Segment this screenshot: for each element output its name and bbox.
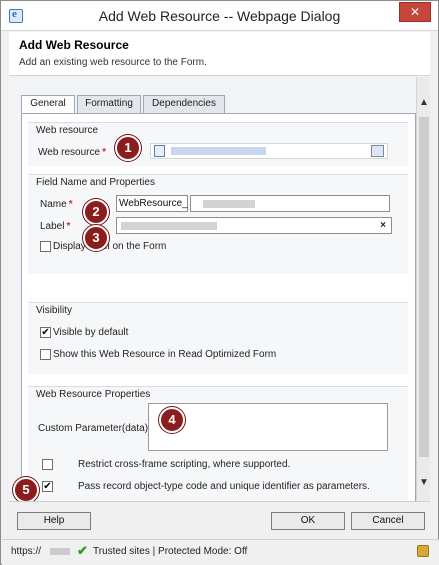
pass-record-text: Pass record object-type code and unique … xyxy=(78,481,370,492)
callout-badge-5: 5 xyxy=(13,477,39,503)
required-marker: * xyxy=(68,199,73,210)
callout-badge-2: 2 xyxy=(83,199,109,225)
properties-section: Web Resource Properties Custom Parameter… xyxy=(28,386,408,502)
display-label-checkbox[interactable] xyxy=(40,241,51,252)
section-title: Web resource xyxy=(36,125,99,136)
pass-record-checkbox[interactable]: ✔ xyxy=(42,481,53,492)
field-name-section: Field Name and Properties Name * WebResou… xyxy=(28,174,408,274)
callout-badge-3: 3 xyxy=(83,225,109,251)
dialog-title: Add Web Resource xyxy=(19,38,129,52)
custom-parameter-input[interactable] xyxy=(148,403,388,451)
web-resource-icon xyxy=(154,145,165,157)
display-label-text: Display label on the Form xyxy=(53,241,167,252)
checkmark-icon: ✔ xyxy=(77,543,88,558)
dialog-window: Add Web Resource -- Webpage Dialog ✕ Add… xyxy=(0,0,439,565)
security-zone: Trusted sites | Protected Mode: Off xyxy=(93,546,248,557)
tab-general[interactable]: General xyxy=(21,95,75,114)
status-url-host xyxy=(50,548,70,555)
scroll-down-icon[interactable]: ▼ xyxy=(419,477,429,488)
dialog-header: Add Web Resource Add an existing web res… xyxy=(9,32,430,76)
restrict-scripting-checkbox[interactable] xyxy=(42,459,53,470)
status-url: https:// xyxy=(11,546,42,557)
title-bar: Add Web Resource -- Webpage Dialog ✕ xyxy=(1,1,438,31)
web-resource-lookup[interactable] xyxy=(150,143,388,159)
clear-icon[interactable]: × xyxy=(380,218,386,233)
section-title: Field Name and Properties xyxy=(36,177,155,188)
required-marker: * xyxy=(102,147,106,158)
scroll-thumb[interactable] xyxy=(419,117,429,457)
name-value xyxy=(203,200,255,208)
label-label: Label * xyxy=(40,221,71,232)
web-resource-label: Web resource * xyxy=(38,147,106,158)
cancel-button[interactable]: Cancel xyxy=(351,512,425,530)
window-title: Add Web Resource -- Webpage Dialog xyxy=(98,8,341,24)
read-optimized-checkbox[interactable] xyxy=(40,349,51,360)
label-input[interactable]: × xyxy=(116,217,392,234)
required-marker: * xyxy=(66,221,71,232)
tab-formatting[interactable]: Formatting xyxy=(77,95,141,113)
general-tab-page: Web resource Web resource * Field Name an… xyxy=(21,113,416,502)
status-bar: https:// ✔ Trusted sites | Protected Mod… xyxy=(2,539,439,565)
web-resource-section: Web resource Web resource * xyxy=(28,122,408,166)
name-prefix: WebResource_ xyxy=(116,195,188,212)
name-label: Name * xyxy=(40,199,73,210)
callout-badge-1: 1 xyxy=(115,135,141,161)
lock-icon xyxy=(417,545,429,557)
web-resource-link[interactable] xyxy=(171,147,266,155)
restrict-scripting-text: Restrict cross-frame scripting, where su… xyxy=(78,459,291,470)
close-icon[interactable]: ✕ xyxy=(399,2,431,22)
visibility-section: Visibility ✔ Visible by default Show thi… xyxy=(28,302,408,374)
section-title: Web Resource Properties xyxy=(36,389,151,400)
visible-by-default-checkbox[interactable]: ✔ xyxy=(40,327,51,338)
ok-button[interactable]: OK xyxy=(271,512,345,530)
help-button[interactable]: Help xyxy=(17,512,91,530)
custom-parameter-label: Custom Parameter(data) xyxy=(38,423,149,434)
scroll-up-icon[interactable]: ▲ xyxy=(419,97,429,108)
label-value xyxy=(121,222,217,230)
callout-badge-4: 4 xyxy=(159,407,185,433)
lookup-icon[interactable] xyxy=(371,145,384,157)
content-panel: General Formatting Dependencies Web reso… xyxy=(9,77,430,502)
read-optimized-text: Show this Web Resource in Read Optimized… xyxy=(53,349,277,360)
tab-dependencies[interactable]: Dependencies xyxy=(143,95,225,113)
visible-by-default-text: Visible by default xyxy=(53,327,129,338)
dialog-description: Add an existing web resource to the Form… xyxy=(19,57,207,68)
name-input[interactable] xyxy=(190,195,390,212)
dialog-footer: Help OK Cancel xyxy=(9,501,430,537)
section-title: Visibility xyxy=(36,305,72,316)
vertical-scrollbar[interactable]: ▲ ▼ xyxy=(416,77,430,501)
